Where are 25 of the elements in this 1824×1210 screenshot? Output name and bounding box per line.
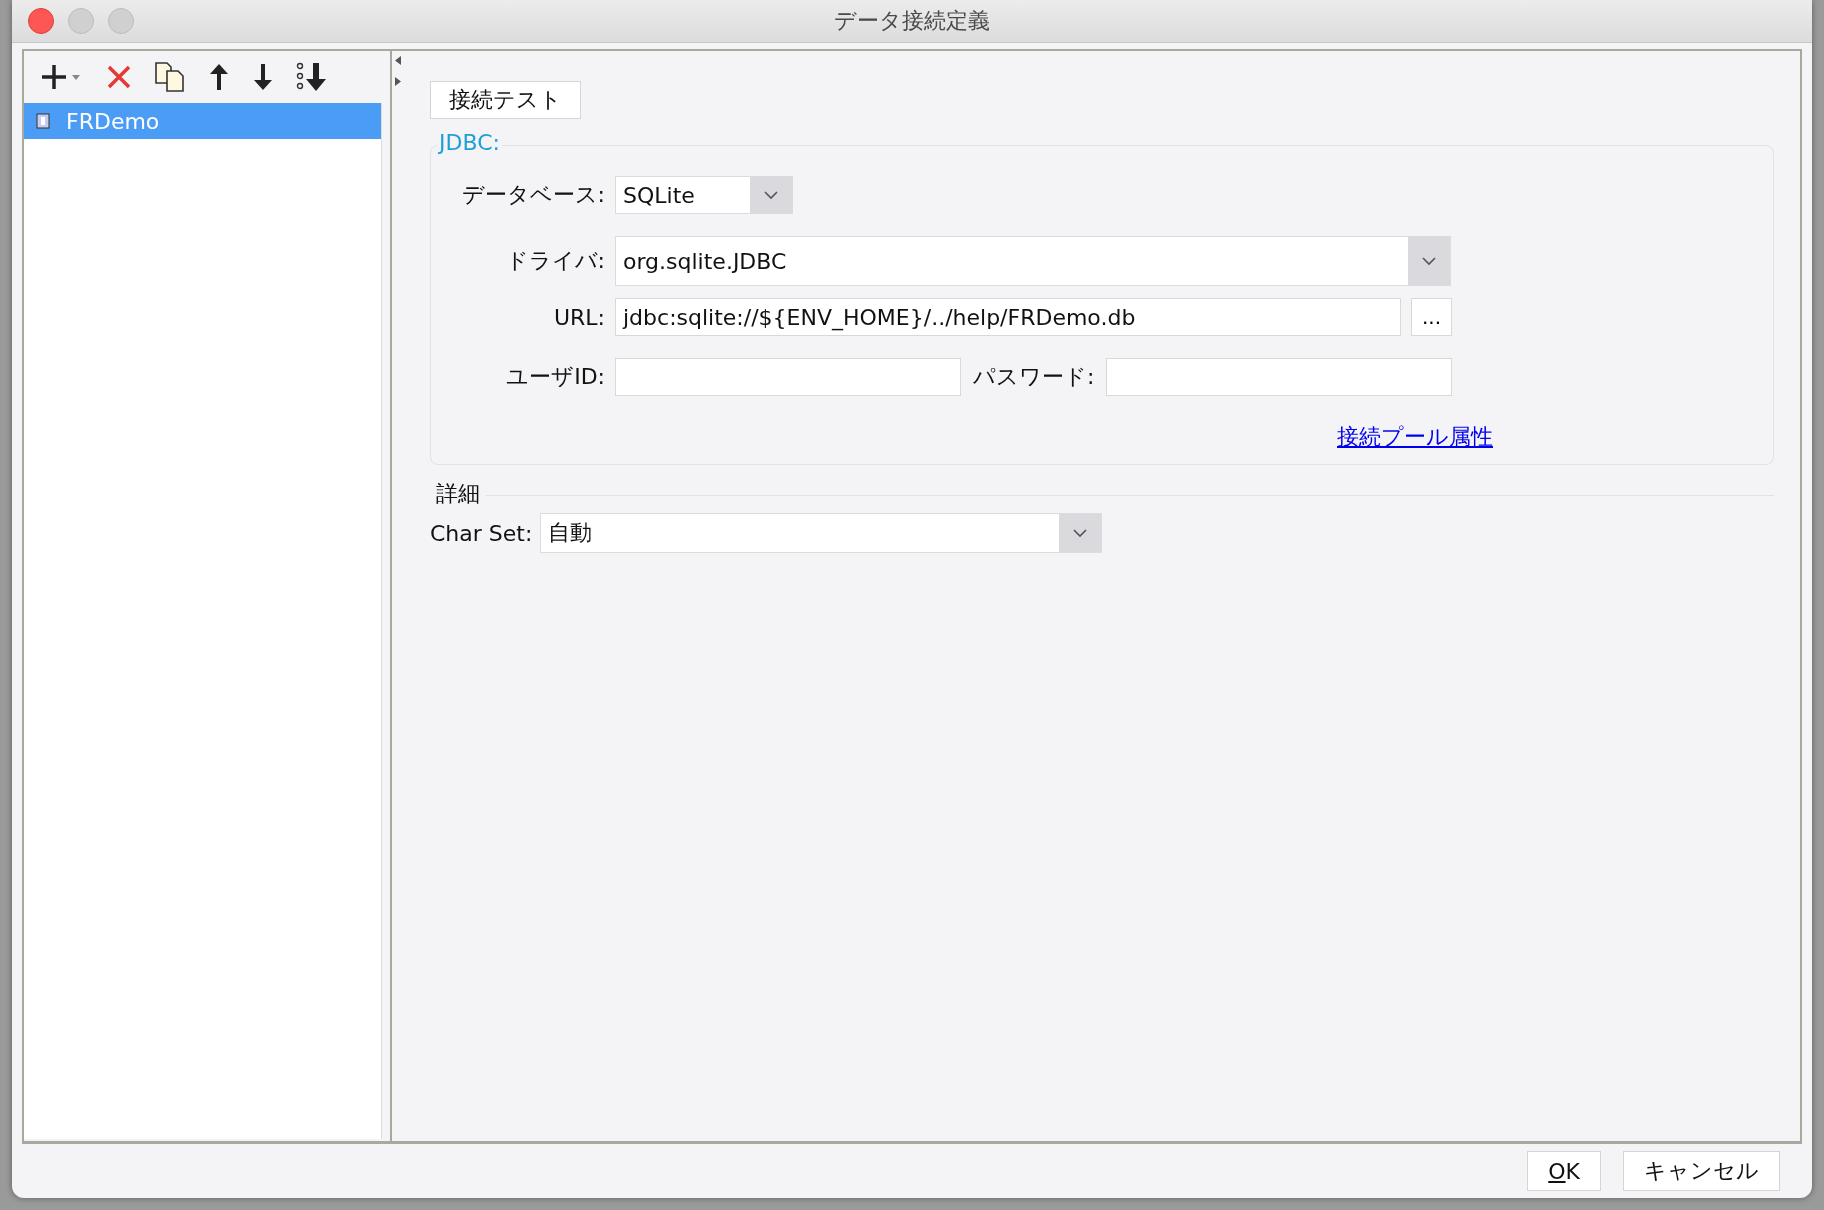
chevron-down-icon bbox=[763, 190, 779, 200]
user-id-field[interactable] bbox=[615, 358, 961, 396]
pool-properties-link[interactable]: 接続プール属性 bbox=[1337, 422, 1493, 452]
field-label: パスワード: bbox=[973, 363, 1095, 391]
charset-dropdown[interactable]: 自動 bbox=[540, 513, 1103, 553]
splitter-arrows-icon bbox=[394, 55, 402, 89]
database-dropdown[interactable]: SQLite bbox=[615, 176, 793, 214]
database-icon bbox=[36, 113, 50, 129]
section-heading: 詳細 bbox=[435, 480, 480, 508]
window-title: データ接続定義 bbox=[834, 7, 990, 35]
browse-button[interactable]: ... bbox=[1411, 298, 1452, 336]
field-label: ユーザID: bbox=[505, 363, 605, 391]
url-field[interactable]: jdbc:sqlite://${ENV_HOME}/../help/FRDemo.db bbox=[615, 298, 1401, 336]
field-label: URL: bbox=[552, 304, 605, 330]
password-field[interactable] bbox=[1106, 358, 1453, 396]
driver-dropdown[interactable]: org.sqlite.JDBC bbox=[615, 236, 1451, 286]
close-button[interactable] bbox=[28, 8, 54, 34]
chevron-down-icon bbox=[1421, 256, 1437, 266]
connection-test-button[interactable]: 接続テスト bbox=[430, 81, 581, 119]
field-label: Char Set: bbox=[430, 520, 533, 546]
field-label: データベース: bbox=[460, 181, 605, 209]
chevron-down-icon bbox=[1072, 528, 1089, 538]
field-label: ドライバ: bbox=[504, 247, 605, 275]
dialog-button[interactable]: キャンセル bbox=[1623, 1151, 1780, 1191]
dialog-button[interactable]: OK bbox=[1527, 1151, 1601, 1191]
